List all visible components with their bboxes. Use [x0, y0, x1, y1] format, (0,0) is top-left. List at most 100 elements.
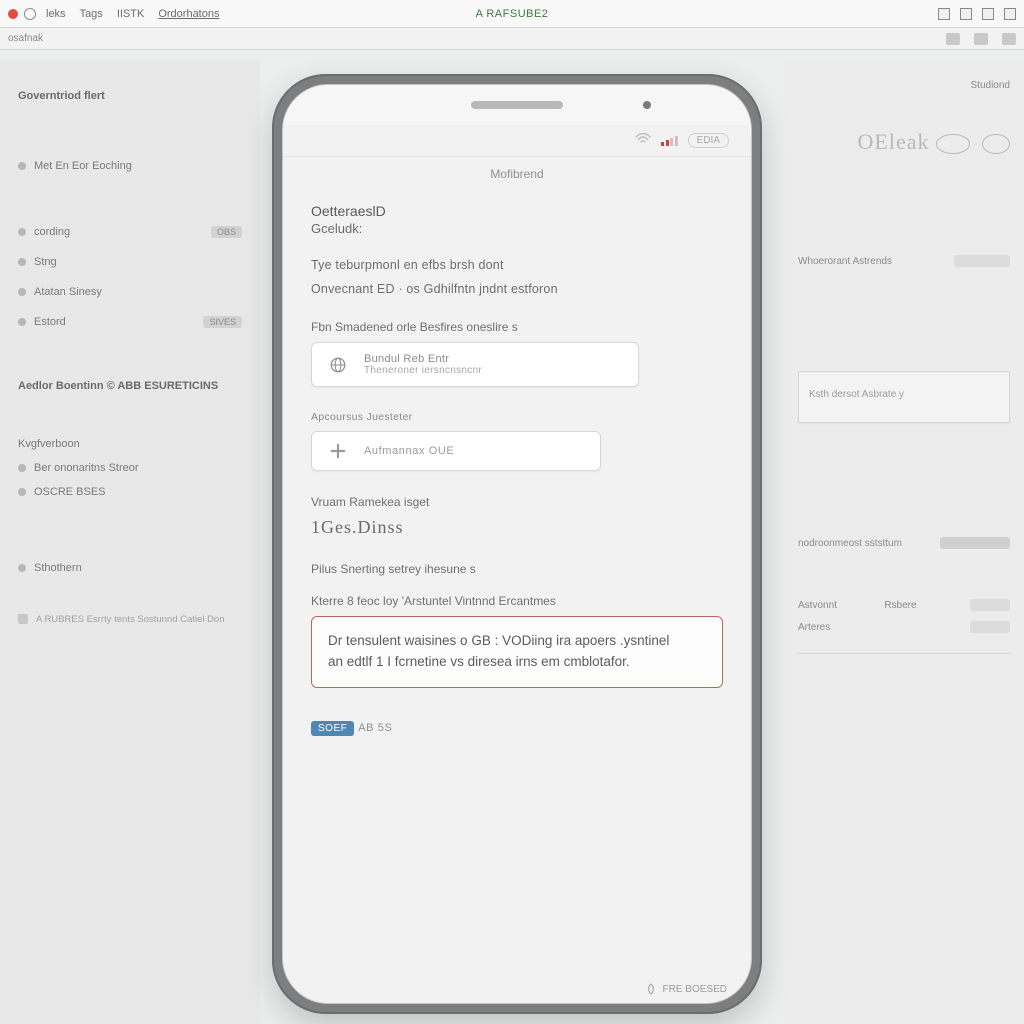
- traffic-light-red[interactable]: [8, 9, 18, 19]
- subbar-icon-1[interactable]: [946, 33, 960, 45]
- phone-screen: EDIA Mofibrend OetteraeslD Gceludk: Tye …: [282, 84, 752, 1004]
- bg-left-panel: Governtriod flert Met En Eor Eoching cor…: [0, 60, 260, 1024]
- content-line: Onvecnant ED · os Gdhilfntn jndnt estfor…: [311, 282, 723, 296]
- bg-left-item-pill: SIVES: [203, 316, 242, 328]
- phone-notch: [283, 85, 751, 125]
- window-title: A RAFSUBE2: [476, 8, 549, 20]
- chip: [970, 621, 1010, 633]
- option-card-primary[interactable]: Bundul Reb Entr Theneroner iersncnsncnr: [311, 342, 639, 387]
- bg-left-item-label: Estord: [34, 316, 66, 328]
- card-subtitle: Theneroner iersncnsncnr: [364, 365, 482, 376]
- globe-icon: [328, 356, 348, 374]
- bg-right-kv: Arteres: [798, 621, 1010, 633]
- bg-left-item-label: Kvgfverboon: [18, 438, 80, 450]
- bg-right-panel: Studiond OEleak Whoerorant Astrends Ksth…: [784, 60, 1024, 1024]
- bg-left-item-label: cording: [34, 226, 70, 238]
- warning-label: Kterre 8 feoc loy 'Arstuntel Vintnnd Erc…: [311, 594, 723, 608]
- confirm-text: AB 5S: [358, 722, 392, 734]
- bullet-icon: [18, 464, 26, 472]
- bg-left-item-label: Met En Eor Eoching: [34, 160, 132, 172]
- bg-left-footnote: A RUBRES Esrrty tents Sostunnd Catiel Do…: [18, 614, 242, 625]
- bg-left-section2: Aedlor Boentinn © ABB ESURETICINS: [18, 380, 242, 392]
- field-label: Apcoursus Juesteter: [311, 411, 723, 423]
- bg-right-card-label: Ksth dersot Asbrate y: [809, 389, 904, 400]
- confirm-badge: SOEF: [311, 721, 354, 736]
- bullet-icon: [18, 228, 26, 236]
- card-title: Aufmannax OUE: [364, 445, 454, 457]
- phone-footer-text: FRE BOESED: [663, 984, 727, 995]
- subbar-icon-3[interactable]: [1002, 33, 1016, 45]
- bg-left-item-label: Atatan Sinesy: [34, 286, 102, 298]
- bg-left-item[interactable]: Sthothern: [18, 562, 242, 574]
- subbar-icon-2[interactable]: [974, 33, 988, 45]
- toolbar-icon-4[interactable]: [1004, 8, 1016, 20]
- big-value: 1Ges.Dinss: [311, 517, 723, 538]
- subbar-label: osafnak: [8, 33, 43, 44]
- bg-right-kv-label: Astvonnt: [798, 600, 837, 611]
- bg-right-kv: nodroonmeost sststtum: [798, 537, 1010, 549]
- bg-left-footnote-text: A RUBRES Esrrty tents Sostunnd Catiel Do…: [36, 614, 225, 625]
- phone-status-bar: EDIA: [283, 125, 751, 157]
- warning-line: Dr tensulent waisines o GB : VODiing ira…: [328, 631, 706, 652]
- bg-left-item[interactable]: Kvgfverboon: [18, 438, 242, 450]
- bg-right-card: Ksth dersot Asbrate y: [798, 371, 1010, 423]
- bg-left-item[interactable]: Atatan Sinesy: [18, 286, 242, 298]
- field-label: Fbn Smadened orle Besfires oneslire s: [311, 320, 723, 334]
- field-label: Vruam Ramekea isget: [311, 495, 723, 509]
- tab-tags[interactable]: Tags: [80, 8, 103, 20]
- window-subbar: osafnak: [0, 28, 1024, 50]
- plus-icon: [328, 442, 348, 460]
- bg-right-kv-chip: [940, 537, 1010, 549]
- bg-left-item-label: Sthothern: [34, 562, 82, 574]
- bg-left-item[interactable]: Estord SIVES: [18, 316, 242, 328]
- content-heading: OetteraeslD: [311, 203, 723, 219]
- note-icon: [18, 614, 28, 624]
- content-subheading: Gceludk:: [311, 221, 723, 236]
- toolbar-icon-2[interactable]: [960, 8, 972, 20]
- bullet-icon: [18, 488, 26, 496]
- traffic-light-placeholder[interactable]: [24, 8, 36, 20]
- bg-left-item[interactable]: Stng: [18, 256, 242, 268]
- brand-oval-icon: [936, 134, 970, 154]
- status-pill: EDIA: [688, 133, 729, 148]
- chip: [970, 599, 1010, 611]
- bullet-icon: [18, 564, 26, 572]
- bg-left-item-pill: OBS: [211, 226, 242, 238]
- bg-left-item[interactable]: Ber ononaritns Streor: [18, 462, 242, 474]
- bg-right-kv: Astvonnt Rsbere: [798, 599, 1010, 611]
- leaf-icon: [645, 983, 657, 995]
- tab-ordorhatons[interactable]: Ordorhatons: [158, 8, 219, 20]
- bullet-icon: [18, 288, 26, 296]
- bullet-icon: [18, 258, 26, 266]
- warning-line: an edtlf 1 I fcrnetine vs diresea irns e…: [328, 652, 706, 673]
- bg-left-title: Governtriod flert: [18, 90, 242, 102]
- tab-iistk[interactable]: IISTK: [117, 8, 145, 20]
- field-label: Pilus Snerting setrey ihesune s: [311, 562, 723, 576]
- bg-right-corner: Studiond: [798, 80, 1010, 91]
- bg-left-item[interactable]: cording OBS: [18, 226, 242, 238]
- confirm-link[interactable]: SOEF AB 5S: [311, 722, 723, 734]
- bg-left-item[interactable]: Met En Eor Eoching: [18, 160, 242, 172]
- tab-leks[interactable]: leks: [46, 8, 66, 20]
- bg-right-kv-label: Arteres: [798, 622, 830, 633]
- bullet-icon: [18, 162, 26, 170]
- toolbar-icon-3[interactable]: [982, 8, 994, 20]
- speaker-icon: [471, 101, 563, 109]
- bg-right-label: Whoerorant Astrends: [798, 255, 1010, 267]
- bg-right-brand: OEleak: [798, 129, 1010, 155]
- brand-oval-icon: [982, 134, 1010, 154]
- card-title: Bundul Reb Entr: [364, 353, 482, 365]
- window-topbar: leks Tags IISTK Ordorhatons A RAFSUBE2: [0, 0, 1024, 28]
- bg-left-item-label: Stng: [34, 256, 57, 268]
- bullet-icon: [18, 318, 26, 326]
- phone-page-title: Mofibrend: [283, 157, 751, 197]
- bg-right-kv-value: Rsbere: [884, 600, 916, 611]
- bg-left-item-label: Ber ononaritns Streor: [34, 462, 139, 474]
- warning-box: Dr tensulent waisines o GB : VODiing ira…: [311, 616, 723, 688]
- bg-left-item[interactable]: OSCRE BSES: [18, 486, 242, 498]
- content-line: Tye teburpmonl en efbs brsh dont: [311, 258, 723, 272]
- add-account-card[interactable]: Aufmannax OUE: [311, 431, 601, 471]
- wifi-icon: [635, 133, 651, 148]
- camera-icon: [643, 101, 651, 109]
- toolbar-icon-1[interactable]: [938, 8, 950, 20]
